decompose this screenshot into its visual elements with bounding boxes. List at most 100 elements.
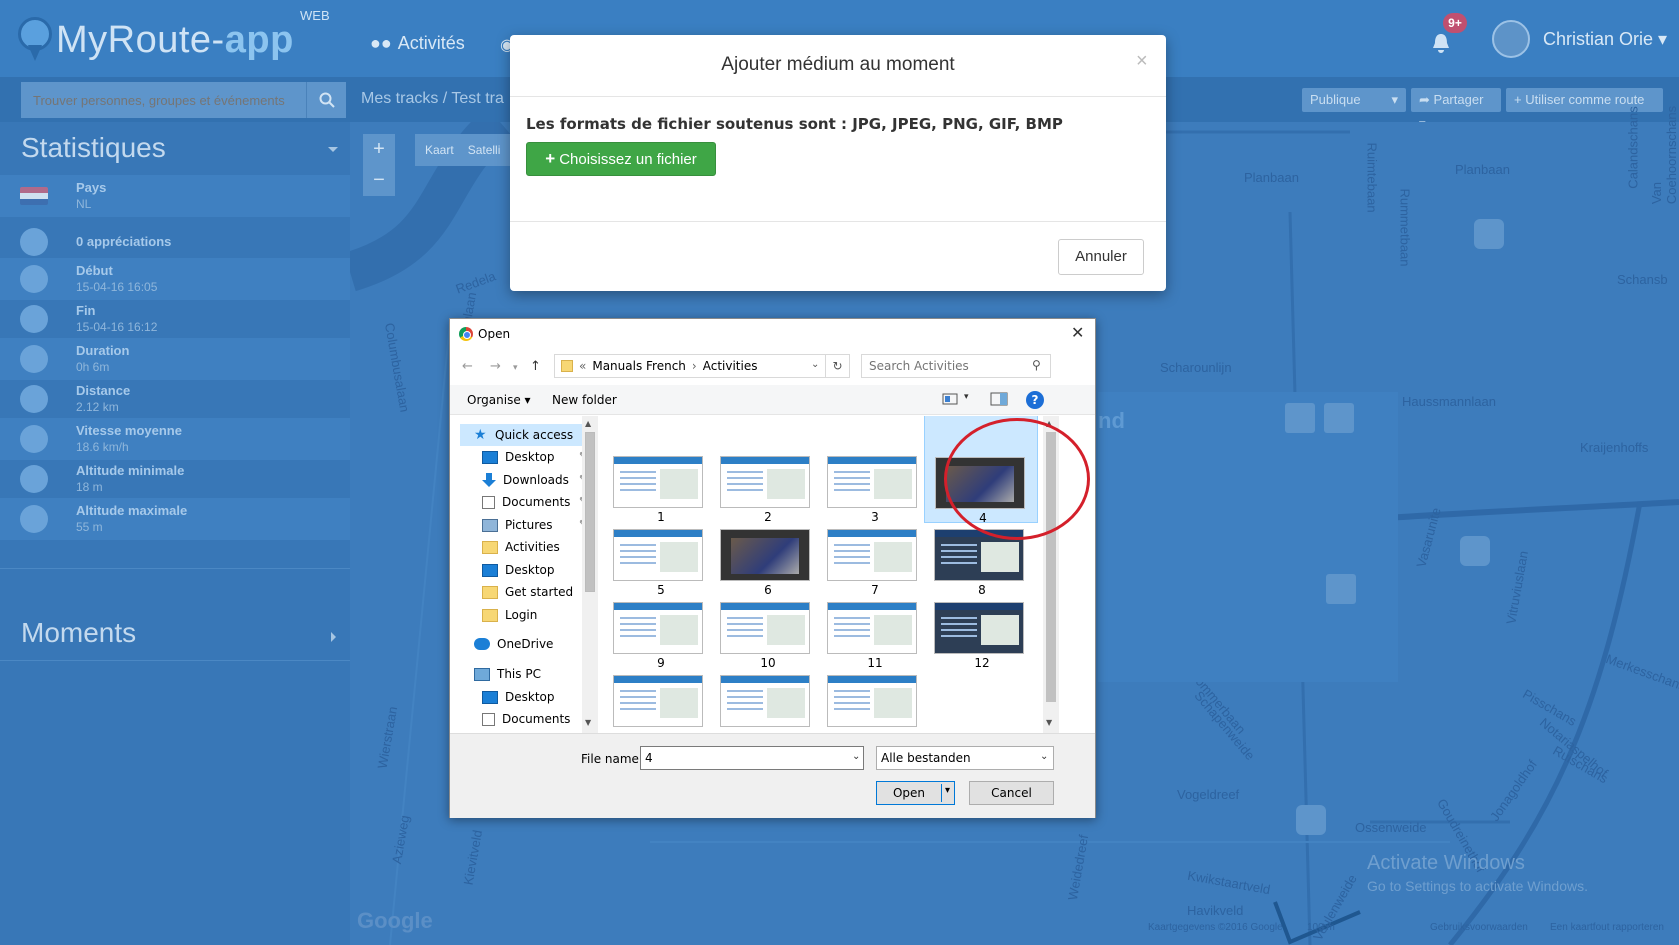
- close-icon[interactable]: ✕: [1071, 323, 1084, 342]
- nav-scrollbar[interactable]: ▲ ▼: [582, 416, 598, 733]
- file-tile[interactable]: 1: [603, 418, 717, 524]
- file-tile[interactable]: 2: [710, 418, 824, 524]
- notification-badge: 9+: [1443, 13, 1467, 33]
- tree-item-label: Quick access: [495, 428, 574, 442]
- tree-item[interactable]: Get started: [482, 581, 582, 603]
- chevron-down-icon[interactable]: [328, 147, 338, 152]
- google-logo: Google: [357, 908, 433, 933]
- forward-arrow-icon[interactable]: →: [490, 359, 501, 374]
- app-logo[interactable]: MyRoute-app: [18, 10, 294, 70]
- tree-item-label: Activities: [505, 540, 560, 554]
- chevron-down-icon[interactable]: ⌄: [1040, 751, 1048, 762]
- tree-item[interactable]: This PC: [474, 663, 582, 685]
- report-map-error-link[interactable]: Een kaartfout rapporteren: [1550, 922, 1664, 933]
- file-tile[interactable]: 5: [603, 521, 717, 597]
- tree-item[interactable]: Desktop: [482, 686, 582, 708]
- tree-item[interactable]: OneDrive: [474, 633, 582, 655]
- close-icon[interactable]: ×: [1136, 50, 1148, 73]
- back-arrow-icon[interactable]: ←: [462, 359, 473, 374]
- file-tile[interactable]: 12: [924, 594, 1038, 670]
- scroll-up-icon[interactable]: ▲: [585, 419, 591, 428]
- cancel-button[interactable]: Cancel: [969, 781, 1054, 805]
- stat-row: Fin 15-04-16 16:12: [0, 298, 350, 340]
- chevron-down-icon[interactable]: ▾: [964, 392, 969, 402]
- camera-icon[interactable]: [1460, 536, 1490, 566]
- tree-item[interactable]: Desktop: [482, 559, 582, 581]
- map-type-satellite[interactable]: Satelli: [468, 143, 501, 157]
- search-input[interactable]: [861, 354, 1051, 378]
- bell-icon[interactable]: [1430, 32, 1452, 54]
- choose-file-button[interactable]: + Choisissez un fichier: [526, 142, 716, 176]
- new-folder-button[interactable]: New folder: [552, 393, 617, 407]
- organise-menu[interactable]: Organise ▾: [467, 393, 531, 407]
- chrome-icon: [459, 327, 473, 341]
- tree-item[interactable]: Downloads✎: [482, 469, 587, 491]
- up-arrow-icon[interactable]: ↑: [530, 359, 541, 374]
- breadcrumb-my-tracks[interactable]: Mes tracks: [361, 90, 438, 107]
- camera-icon[interactable]: [1474, 219, 1504, 249]
- nav-activities[interactable]: ●● Activités: [370, 33, 465, 54]
- chevron-right-icon[interactable]: [331, 632, 336, 642]
- tree-item[interactable]: Documents✎: [482, 491, 587, 513]
- scroll-down-icon[interactable]: ▼: [1046, 718, 1052, 727]
- file-tile[interactable]: [817, 667, 931, 733]
- open-button[interactable]: Open ▾: [876, 781, 955, 805]
- file-name-input[interactable]: 4: [640, 746, 864, 770]
- tree-item[interactable]: ★ Quick access: [460, 424, 582, 446]
- stopwatch-icon: [20, 305, 48, 333]
- view-options-icon[interactable]: [942, 391, 960, 407]
- screenshot-thumbnail: [827, 529, 917, 581]
- edit-icon[interactable]: [1326, 574, 1356, 604]
- command-bar: Organise ▾ New folder ▾ ?: [450, 385, 1095, 415]
- address-bar[interactable]: « Manuals French › Activities ⌄: [554, 354, 826, 378]
- file-tile[interactable]: [710, 667, 824, 733]
- chevron-down-icon[interactable]: ⌄: [811, 359, 819, 370]
- preview-pane-icon[interactable]: [990, 391, 1008, 407]
- tree-item-label: Desktop: [505, 450, 555, 464]
- tree-item[interactable]: Documents: [482, 708, 582, 730]
- search-button[interactable]: [306, 82, 346, 118]
- path-segment-manuals[interactable]: Manuals French: [592, 359, 686, 373]
- refresh-icon[interactable]: ↻: [826, 354, 850, 378]
- chevron-down-icon[interactable]: ▾: [945, 785, 950, 796]
- download-icon: [482, 473, 496, 487]
- statistics-title[interactable]: Statistiques: [21, 132, 166, 164]
- edit-icon[interactable]: [1285, 403, 1315, 433]
- recent-locations-icon[interactable]: ▾: [513, 363, 518, 373]
- chevron-down-icon[interactable]: ⌄: [852, 751, 860, 762]
- share-icon: ➦: [1419, 92, 1430, 107]
- visibility-select[interactable]: Publique ▾: [1302, 88, 1406, 112]
- camera-icon[interactable]: [1296, 805, 1326, 835]
- tree-item[interactable]: Desktop✎: [482, 446, 587, 468]
- path-segment-activities[interactable]: Activities: [703, 359, 758, 373]
- file-tile[interactable]: 10: [710, 594, 824, 670]
- tree-item[interactable]: Activities: [482, 536, 582, 558]
- navigation-pane: ★Quick accessDesktop✎Downloads✎Documents…: [450, 416, 590, 733]
- avatar[interactable]: [1492, 20, 1530, 58]
- zoom-in-button[interactable]: +: [363, 134, 395, 165]
- divider: [510, 221, 1166, 222]
- file-tile[interactable]: 6: [710, 521, 824, 597]
- user-menu[interactable]: Christian Orie ▾: [1543, 29, 1667, 50]
- terms-link[interactable]: Gebruiksvoorwaarden: [1430, 922, 1528, 933]
- file-tile[interactable]: 9: [603, 594, 717, 670]
- cancel-button[interactable]: Annuler: [1058, 239, 1144, 275]
- close-icon[interactable]: [1324, 403, 1354, 433]
- file-tile[interactable]: 3: [817, 418, 931, 524]
- file-tile[interactable]: 7: [817, 521, 931, 597]
- share-button[interactable]: ➦ Partager ▾: [1411, 88, 1501, 131]
- map-type-map[interactable]: Kaart: [425, 143, 454, 157]
- map-street-label: Rummetbaan: [1397, 188, 1413, 267]
- scroll-down-icon[interactable]: ▼: [585, 718, 591, 727]
- tree-item[interactable]: Login: [482, 604, 582, 626]
- zoom-out-button[interactable]: −: [363, 165, 395, 196]
- search-input[interactable]: [21, 82, 306, 118]
- file-tile[interactable]: 11: [817, 594, 931, 670]
- moments-title[interactable]: Moments: [21, 617, 136, 649]
- file-name-label: 12: [974, 656, 990, 670]
- file-tile[interactable]: [603, 667, 717, 733]
- tree-item[interactable]: Pictures✎: [482, 514, 587, 536]
- file-type-select[interactable]: Alle bestanden: [876, 746, 1054, 770]
- scrollbar-thumb[interactable]: [585, 432, 595, 592]
- help-icon[interactable]: ?: [1026, 391, 1044, 409]
